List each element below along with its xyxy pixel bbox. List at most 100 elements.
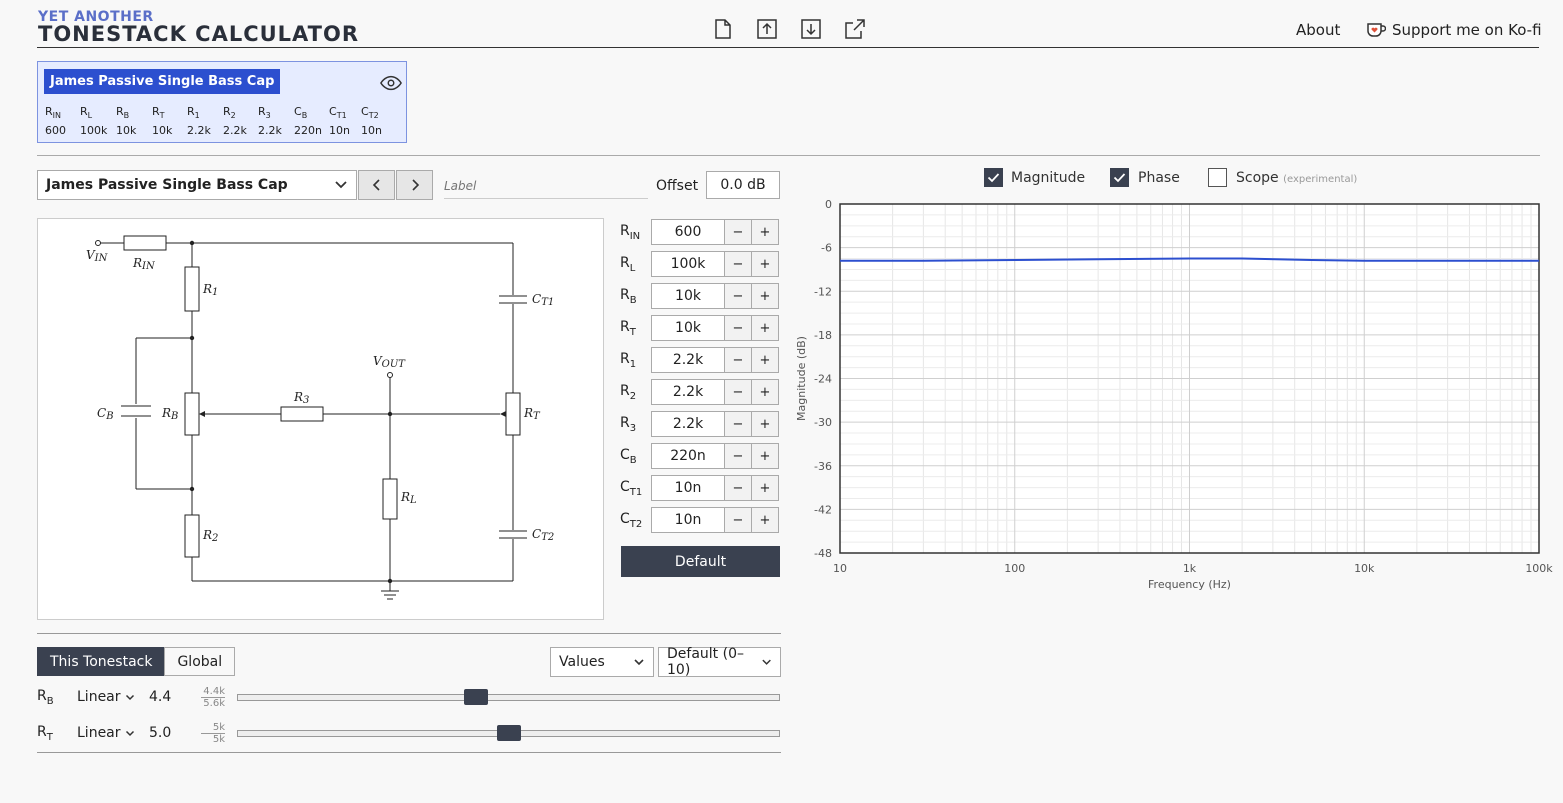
- increment-button[interactable]: +: [751, 283, 779, 309]
- card-column-value: 2.2k: [223, 124, 247, 138]
- card-column: RIN 600: [45, 105, 80, 137]
- y-tick-label: -30: [814, 416, 832, 429]
- slider-thumb[interactable]: [496, 725, 521, 741]
- scope-label[interactable]: Scope (experimental): [1236, 170, 1357, 186]
- x-tick-label: 100: [1004, 562, 1025, 575]
- param-value-input[interactable]: 10n: [651, 507, 725, 533]
- increment-button[interactable]: +: [751, 251, 779, 277]
- card-column-name: R3: [258, 105, 271, 121]
- range-select[interactable]: Default (0–10): [658, 646, 781, 678]
- increment-button[interactable]: +: [751, 507, 779, 533]
- r3-label: R3: [293, 390, 309, 406]
- logo-line2[interactable]: TONESTACK CALCULATOR: [38, 22, 359, 46]
- about-link[interactable]: About: [1296, 21, 1340, 39]
- download-icon[interactable]: [799, 17, 823, 41]
- schematic-panel: VIN RIN R1 CB RB R3 VOUT RT CT1 RL R2 CT…: [37, 218, 604, 620]
- param-row: RT 10k − +: [620, 315, 782, 341]
- card-column: CT2 10n: [361, 105, 391, 137]
- kofi-link[interactable]: Support me on Ko-fi: [1366, 21, 1542, 39]
- decrement-button[interactable]: −: [724, 475, 752, 501]
- decrement-button[interactable]: −: [724, 219, 752, 245]
- r2-label: R2: [202, 528, 218, 544]
- slider-ratio: 5k 5k: [201, 722, 225, 745]
- slider-thumb[interactable]: [463, 689, 488, 705]
- param-value-input[interactable]: 10k: [651, 283, 725, 309]
- label-input[interactable]: [444, 174, 648, 199]
- tonestack-card[interactable]: James Passive Single Bass Cap RIN 600 RL 10…: [37, 61, 407, 143]
- param-label: RIN: [620, 222, 641, 242]
- slider-value: 5.0: [149, 725, 172, 741]
- increment-button[interactable]: +: [751, 315, 779, 341]
- chevron-down-icon: [634, 659, 644, 666]
- card-column-value: 2.2k: [258, 124, 282, 138]
- values-select[interactable]: Values: [550, 647, 654, 677]
- decrement-button[interactable]: −: [724, 251, 752, 277]
- card-column-value: 10n: [329, 124, 350, 138]
- vin-label: VIN: [86, 248, 109, 264]
- phase-label[interactable]: Phase: [1138, 170, 1180, 186]
- decrement-button[interactable]: −: [724, 379, 752, 405]
- magnitude-label[interactable]: Magnitude: [1011, 170, 1085, 186]
- param-value-input[interactable]: 600: [651, 219, 725, 245]
- decrement-button[interactable]: −: [724, 507, 752, 533]
- offset-input[interactable]: 0.0 dB: [706, 171, 780, 199]
- increment-button[interactable]: +: [751, 379, 779, 405]
- new-file-icon[interactable]: [711, 17, 735, 41]
- param-value-input[interactable]: 2.2k: [651, 379, 725, 405]
- increment-button[interactable]: +: [751, 347, 779, 373]
- card-column-name: R1: [187, 105, 200, 121]
- rb-label: RB: [161, 406, 178, 422]
- increment-button[interactable]: +: [751, 475, 779, 501]
- param-value-input[interactable]: 10k: [651, 315, 725, 341]
- magnitude-chart[interactable]: 0 -6 -12 -18 -24 -30 -36 -42 -4810 100 1k 10k 100k Fr…: [795, 197, 1555, 597]
- slider-row: RT Linear 5.0 5k 5k: [37, 721, 225, 745]
- param-label: CB: [620, 446, 637, 466]
- card-column-name: RT: [152, 105, 165, 121]
- r1-label: R1: [202, 282, 218, 298]
- scope-checkbox[interactable]: [1208, 168, 1227, 187]
- ratio-top: 5k: [201, 722, 225, 734]
- next-button[interactable]: [396, 170, 433, 200]
- decrement-button[interactable]: −: [724, 315, 752, 341]
- param-value-input[interactable]: 220n: [651, 443, 725, 469]
- decrement-button[interactable]: −: [724, 283, 752, 309]
- upload-icon[interactable]: [755, 17, 779, 41]
- prev-button[interactable]: [358, 170, 395, 200]
- increment-button[interactable]: +: [751, 443, 779, 469]
- tab-global[interactable]: Global: [164, 647, 236, 676]
- card-column-value: 10k: [152, 124, 173, 138]
- slider-track[interactable]: [237, 694, 780, 701]
- chevron-right-icon: [411, 179, 419, 191]
- decrement-button[interactable]: −: [724, 347, 752, 373]
- x-tick-label: 10k: [1354, 562, 1375, 575]
- slider-ratio: 4.4k 5.6k: [201, 686, 225, 709]
- tonestack-select[interactable]: James Passive Single Bass Cap: [37, 170, 357, 200]
- param-value-input[interactable]: 10n: [651, 475, 725, 501]
- tab-this-tonestack[interactable]: This Tonestack: [37, 647, 166, 676]
- card-column: CB 220n: [294, 105, 329, 137]
- param-value-input[interactable]: 2.2k: [651, 347, 725, 373]
- decrement-button[interactable]: −: [724, 411, 752, 437]
- default-button[interactable]: Default: [621, 546, 780, 577]
- taper-select[interactable]: Linear: [77, 689, 149, 705]
- param-value-input[interactable]: 100k: [651, 251, 725, 277]
- schematic-diagram: VIN RIN R1 CB RB R3 VOUT RT CT1 RL R2 CT…: [86, 235, 554, 600]
- y-tick-label: -12: [814, 285, 832, 298]
- magnitude-checkbox[interactable]: [984, 168, 1003, 187]
- card-column: R3 2.2k: [258, 105, 294, 137]
- slider-label: RT: [37, 723, 53, 743]
- increment-button[interactable]: +: [751, 411, 779, 437]
- taper-value: Linear: [77, 725, 121, 741]
- chevron-down-icon: [335, 181, 347, 189]
- taper-select[interactable]: Linear: [77, 725, 149, 741]
- chevron-down-icon: [125, 730, 134, 736]
- param-value-input[interactable]: 2.2k: [651, 411, 725, 437]
- increment-button[interactable]: +: [751, 219, 779, 245]
- card-column: R2 2.2k: [223, 105, 258, 137]
- eye-icon[interactable]: [380, 72, 402, 94]
- external-link-icon[interactable]: [843, 17, 867, 41]
- decrement-button[interactable]: −: [724, 443, 752, 469]
- phase-checkbox[interactable]: [1110, 168, 1129, 187]
- section-divider: [37, 155, 1540, 156]
- param-label: R2: [620, 382, 637, 402]
